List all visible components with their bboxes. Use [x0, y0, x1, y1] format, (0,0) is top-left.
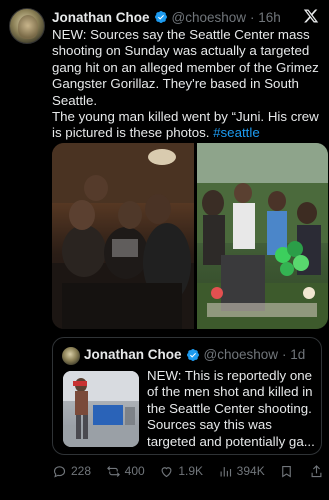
- views-count: 394K: [236, 464, 265, 478]
- media-photo-memorial[interactable]: [197, 143, 328, 329]
- tweet-text-line-2: The young man killed went by “Juni. His …: [52, 109, 319, 141]
- photo-group-selfie-illustration: [52, 143, 194, 329]
- media-photo-group-selfie[interactable]: [52, 143, 194, 329]
- quoted-thumbnail-illustration: [63, 371, 139, 447]
- tweet-text-paragraph-1: NEW: Sources say the Seattle Center mass…: [52, 27, 319, 108]
- quoted-tweet-header: Jonathan Choe @choeshow · 1d: [84, 347, 305, 362]
- quoted-author-handle: @choeshow: [203, 347, 279, 362]
- bookmark-icon: [282, 465, 292, 478]
- author-avatar[interactable]: [9, 8, 45, 44]
- reply-icon: [53, 465, 66, 477]
- like-button[interactable]: 1.9K: [159, 464, 203, 479]
- share-button[interactable]: [309, 464, 324, 479]
- tweet-text-paragraph-2: The young man killed went by “Juni. His …: [52, 109, 324, 142]
- views-icon: [220, 466, 231, 476]
- tweet-header: Jonathan Choe @choeshow · 16h: [52, 8, 299, 26]
- quoted-tweet-text: NEW: This is reportedly one of the men s…: [147, 368, 315, 449]
- like-icon: [161, 466, 172, 477]
- author-name[interactable]: Jonathan Choe: [52, 10, 150, 25]
- share-icon: [311, 464, 322, 477]
- reply-button[interactable]: 228: [52, 464, 91, 479]
- quoted-author-avatar: [62, 347, 80, 365]
- bookmark-button[interactable]: [279, 464, 294, 479]
- tweet-time[interactable]: · 16h: [250, 10, 281, 25]
- tweet[interactable]: Jonathan Choe @choeshow · 16h NEW: Sourc…: [0, 0, 329, 500]
- reply-count: 228: [71, 464, 92, 478]
- verified-badge-icon: [186, 348, 199, 361]
- repost-count: 400: [124, 464, 145, 478]
- quoted-tweet-thumbnail[interactable]: [63, 371, 139, 447]
- tweet-action-bar: 228 400 1.9K 394K: [52, 461, 324, 481]
- hashtag-link[interactable]: #seattle: [213, 125, 260, 140]
- photo-memorial-illustration: [197, 143, 328, 329]
- like-count: 1.9K: [178, 464, 204, 478]
- x-logo-icon[interactable]: [303, 8, 319, 24]
- repost-button[interactable]: 400: [106, 464, 145, 479]
- author-handle[interactable]: @choeshow: [172, 10, 247, 25]
- quoted-tweet-time: · 1d: [282, 347, 306, 362]
- tweet-text: NEW: Sources say the Seattle Center mass…: [52, 27, 324, 142]
- verified-badge-icon: [154, 11, 167, 23]
- quoted-author-name: Jonathan Choe: [84, 347, 182, 362]
- repost-icon: [106, 465, 120, 477]
- quoted-tweet[interactable]: Jonathan Choe @choeshow · 1d NEW: This i…: [52, 337, 322, 455]
- views-button[interactable]: 394K: [218, 464, 265, 479]
- tweet-media[interactable]: [52, 143, 328, 329]
